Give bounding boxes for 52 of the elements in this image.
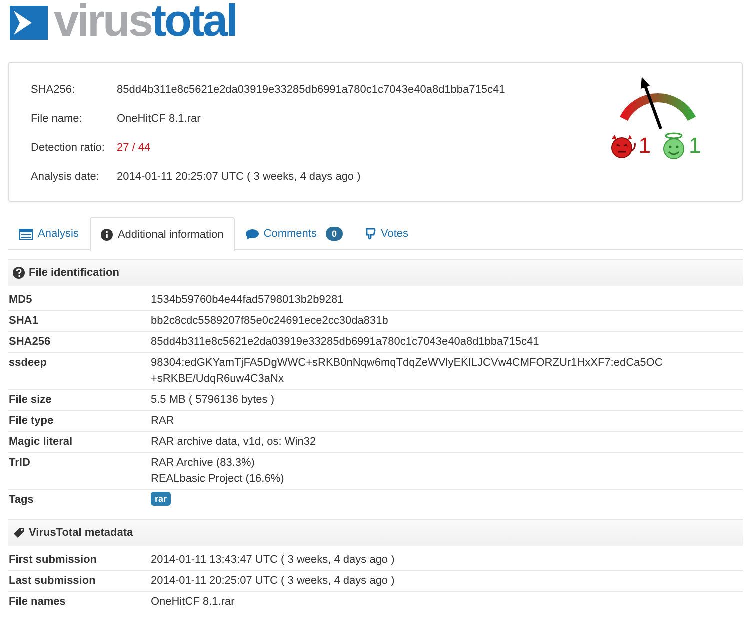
thumbs-icon — [364, 228, 376, 240]
row-value: 85dd4b311e8c5621e2da03919e33285db6991a780c1c7043e40a8d1bba715c41 — [151, 335, 540, 350]
row-label: Last submission — [8, 574, 97, 589]
row-value: 1534b59760b4e44fad5798013b2b9281 — [151, 293, 345, 308]
count-badge: 0 — [326, 227, 343, 241]
question-icon — [13, 267, 25, 279]
row-value: 98304:edGKYamTjFA5DgWWC+sRKB0nNqw6mqTdqZeWVlyEKILJCVw4CMFORZUr1HxXF7:edCa5OC — [151, 356, 664, 371]
row-label: First submission — [8, 553, 98, 568]
row-value: 2014-01-11 13:43:47 UTC ( 3 weeks, 4 days ago ) — [151, 553, 396, 568]
row-label: SHA1 — [8, 314, 40, 329]
row-value: bb2c8cdc5589207f85e0c24691ece2cc30da831b — [151, 314, 390, 329]
row-label: File size — [8, 393, 53, 408]
row-value: 2014-01-11 20:25:07 UTC ( 3 weeks, 4 days ago ) — [151, 574, 396, 589]
row-value: OneHitCF 8.1.rar — [151, 595, 236, 610]
field-label: Analysis date: — [31, 170, 100, 182]
tag-icon — [13, 527, 25, 539]
field-value: 85dd4b311e8c5621e2da03919e33285db6991a780c1c7043e40a8d1bba715c41 — [117, 84, 506, 96]
row-value: RAR Archive (83.3%) — [151, 456, 256, 471]
field-value: 27 / 44 — [117, 142, 151, 154]
angel-face-icon — [661, 132, 687, 160]
row-label: Tags — [8, 493, 35, 508]
row-label: ssdeep — [8, 356, 48, 371]
row-label: TrID — [8, 456, 32, 471]
tab[interactable]: Additional information — [90, 217, 235, 251]
harmless-vote-count: 1 — [689, 133, 702, 159]
info-icon — [100, 228, 113, 240]
tab[interactable]: Comments 0 — [234, 217, 354, 250]
row-label: File names — [8, 595, 67, 610]
malicious-vote-count: 1 — [638, 133, 651, 159]
field-label: Detection ratio: — [31, 142, 106, 154]
row-value: RAR — [151, 414, 176, 429]
section-title: VirusTotal metadata — [29, 527, 134, 539]
field-label: SHA256: — [31, 84, 76, 96]
row-value: +sRKBE/UdqR6uw4C3aNx — [151, 372, 285, 387]
row-value: REALbasic Project (16.6%) — [151, 472, 286, 487]
tab[interactable]: Analysis — [8, 217, 90, 250]
row-label: SHA256 — [8, 335, 52, 350]
field-value: OneHitCF 8.1.rar — [117, 112, 201, 124]
speech-bubble-icon — [246, 228, 259, 240]
table-icon — [19, 228, 33, 240]
logo-text: virustotal — [54, 0, 237, 44]
row-value: 5.5 MB ( 5796136 bytes ) — [151, 393, 276, 408]
row-value: RAR archive data, v1d, os: Win32 — [151, 435, 318, 450]
row-label: Magic literal — [8, 435, 74, 450]
row-label: File type — [8, 414, 55, 429]
field-value: 2014-01-11 20:25:07 UTC ( 3 weeks, 4 days ago ) — [117, 170, 361, 182]
logo-icon — [10, 6, 48, 40]
section-title: File identification — [29, 267, 120, 279]
tab[interactable]: Votes — [354, 217, 420, 250]
tag-label[interactable]: rar — [151, 492, 172, 506]
field-label: File name: — [31, 112, 84, 124]
row-label: MD5 — [8, 293, 34, 308]
